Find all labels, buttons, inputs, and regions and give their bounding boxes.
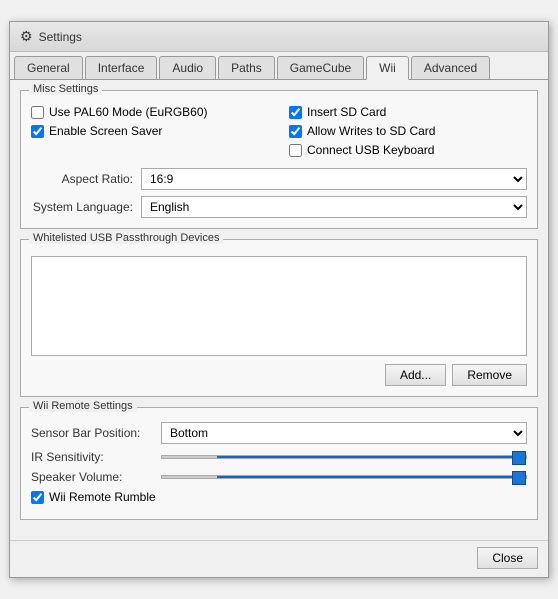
sensor-bar-label: Sensor Bar Position: [31,426,161,440]
misc-checkboxes: Use PAL60 Mode (EuRGB60) Enable Screen S… [31,105,527,162]
tab-general[interactable]: General [14,56,83,79]
aspect-ratio-row: Aspect Ratio: 4:3 16:9 Auto [31,168,527,190]
wii-remote-title: Wii Remote Settings [29,400,137,412]
wii-rumble-row: Wii Remote Rumble [31,490,527,504]
checkbox-insert-sd: Insert SD Card [289,105,527,119]
settings-window: ⚙ Settings General Interface Audio Paths… [9,21,549,578]
speaker-volume-track [161,475,527,479]
whitelist-group: Whitelisted USB Passthrough Devices Add.… [20,239,538,397]
insert-sd-label: Insert SD Card [307,105,386,119]
ir-sensitivity-thumb[interactable] [512,451,526,465]
speaker-volume-fill [217,476,526,478]
allow-writes-checkbox[interactable] [289,125,302,138]
checkbox-pal60: Use PAL60 Mode (EuRGB60) [31,105,269,119]
ir-sensitivity-fill [217,456,526,458]
tab-audio[interactable]: Audio [159,56,216,79]
misc-settings-content: Use PAL60 Mode (EuRGB60) Enable Screen S… [31,105,527,218]
whitelist-title: Whitelisted USB Passthrough Devices [29,232,223,244]
tab-paths[interactable]: Paths [218,56,275,79]
window-title: Settings [39,30,82,44]
screensaver-label: Enable Screen Saver [49,124,162,138]
checkbox-screensaver: Enable Screen Saver [31,124,269,138]
insert-sd-checkbox[interactable] [289,106,302,119]
wii-remote-group: Wii Remote Settings Sensor Bar Position:… [20,407,538,520]
tab-interface[interactable]: Interface [85,56,158,79]
speaker-volume-thumb[interactable] [512,471,526,485]
tab-content: Misc Settings Use PAL60 Mode (EuRGB60) E… [10,80,548,540]
ir-sensitivity-track [161,455,527,459]
speaker-volume-label: Speaker Volume: [31,470,161,484]
footer: Close [10,540,548,577]
allow-writes-label: Allow Writes to SD Card [307,124,435,138]
tab-bar: General Interface Audio Paths GameCube W… [10,52,548,80]
wii-rumble-label: Wii Remote Rumble [49,490,156,504]
speaker-volume-slider-container [161,475,527,479]
tab-gamecube[interactable]: GameCube [277,56,364,79]
ir-sensitivity-row: IR Sensitivity: [31,450,527,464]
tab-advanced[interactable]: Advanced [411,56,490,79]
checkbox-allow-writes: Allow Writes to SD Card [289,124,527,138]
misc-settings-group: Misc Settings Use PAL60 Mode (EuRGB60) E… [20,90,538,229]
title-bar: ⚙ Settings [10,22,548,52]
system-language-label: System Language: [31,200,141,214]
usb-keyboard-label: Connect USB Keyboard [307,143,434,157]
whitelist-buttons: Add... Remove [31,364,527,386]
screensaver-checkbox[interactable] [31,125,44,138]
checkbox-usb-keyboard: Connect USB Keyboard [289,143,527,157]
whitelist-listbox[interactable] [31,256,527,356]
wii-remote-content: Sensor Bar Position: Top Bottom IR Sensi… [31,422,527,504]
ir-sensitivity-slider-container [161,455,527,459]
close-button[interactable]: Close [477,547,538,569]
ir-sensitivity-label: IR Sensitivity: [31,450,161,464]
tab-wii[interactable]: Wii [366,56,409,80]
pal60-label: Use PAL60 Mode (EuRGB60) [49,105,208,119]
misc-left-col: Use PAL60 Mode (EuRGB60) Enable Screen S… [31,105,269,162]
sensor-bar-select[interactable]: Top Bottom [161,422,527,444]
aspect-ratio-select[interactable]: 4:3 16:9 Auto [141,168,527,190]
add-button[interactable]: Add... [385,364,446,386]
aspect-ratio-label: Aspect Ratio: [31,172,141,186]
window-icon: ⚙ [20,28,33,45]
system-language-select[interactable]: English German French Spanish Italian Du… [141,196,527,218]
remove-button[interactable]: Remove [452,364,527,386]
usb-keyboard-checkbox[interactable] [289,144,302,157]
wii-rumble-checkbox[interactable] [31,491,44,504]
pal60-checkbox[interactable] [31,106,44,119]
system-language-row: System Language: English German French S… [31,196,527,218]
misc-right-col: Insert SD Card Allow Writes to SD Card C… [289,105,527,162]
sensor-bar-row: Sensor Bar Position: Top Bottom [31,422,527,444]
speaker-volume-row: Speaker Volume: [31,470,527,484]
misc-settings-title: Misc Settings [29,83,102,95]
